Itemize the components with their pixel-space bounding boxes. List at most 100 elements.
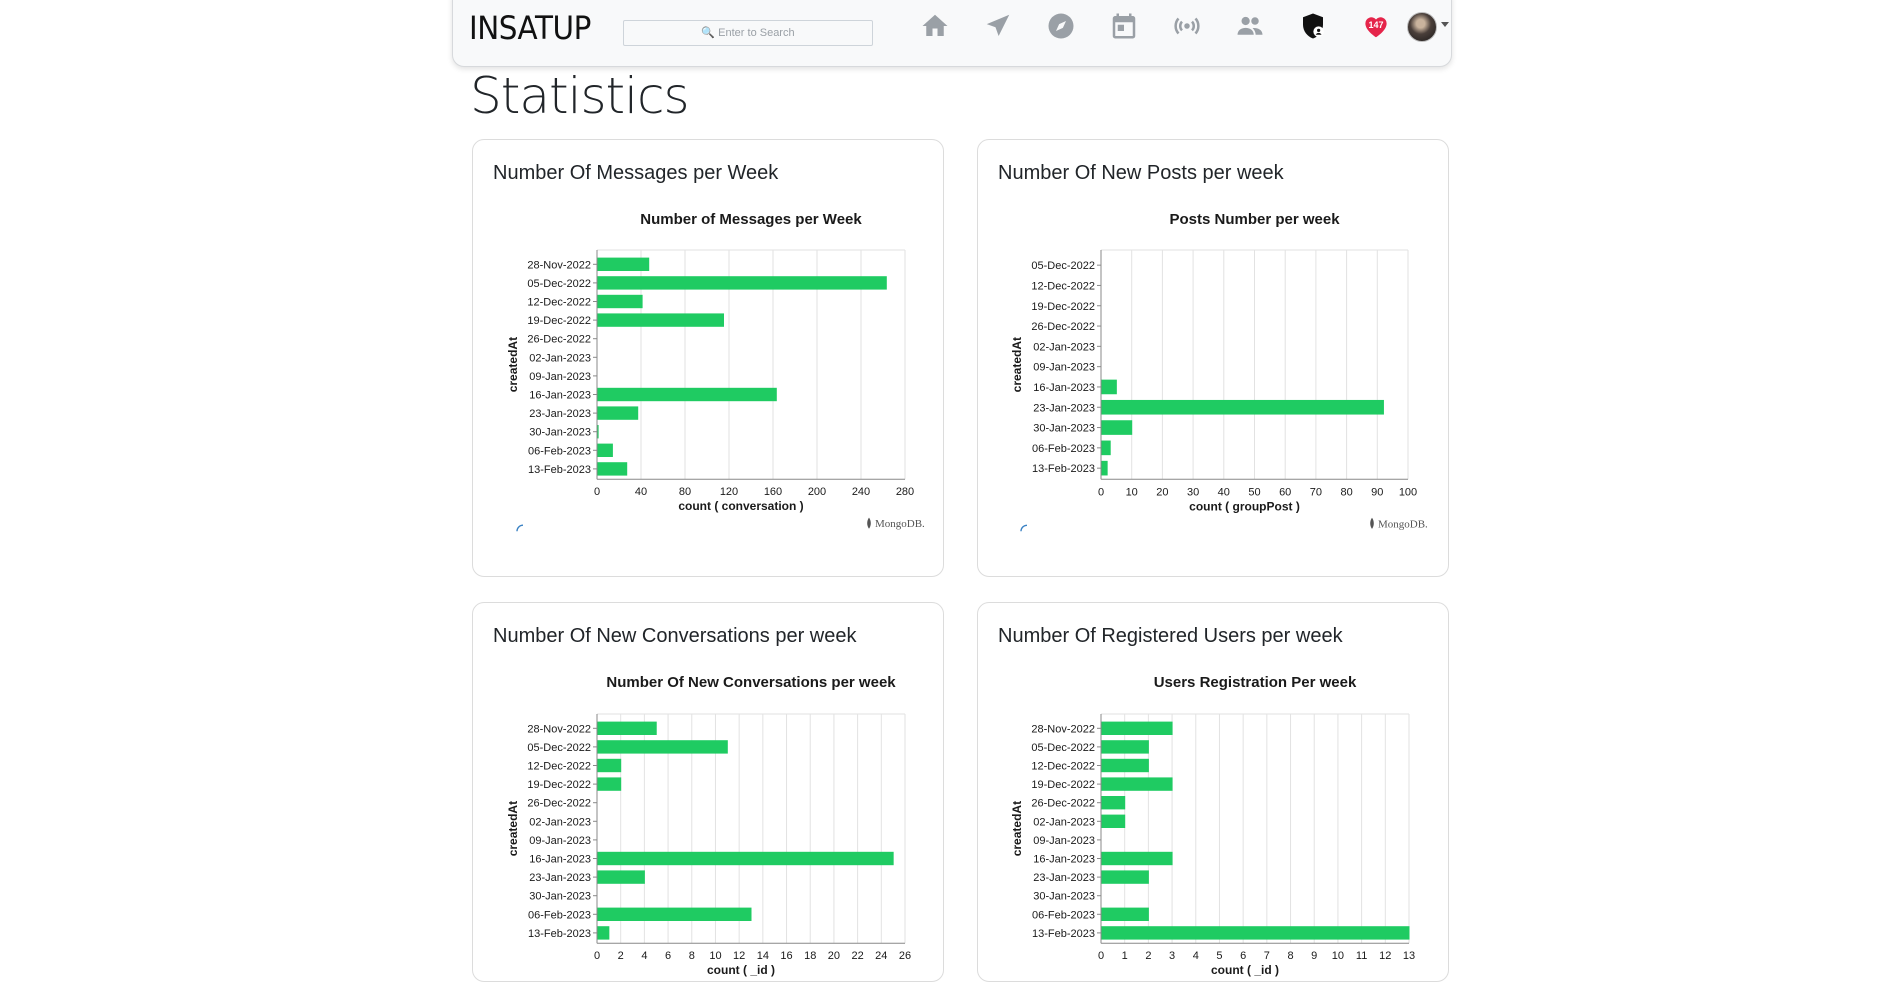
x-tick-label: 200 <box>808 486 826 498</box>
y-tick-label: 23-Jan-2023 <box>1033 402 1095 414</box>
bar[interactable] <box>597 907 752 921</box>
x-tick-label: 24 <box>875 950 887 962</box>
bar[interactable] <box>597 721 657 735</box>
bar[interactable] <box>1101 926 1410 940</box>
x-tick-label: 9 <box>1311 950 1317 962</box>
x-tick-label: 11 <box>1356 950 1367 962</box>
y-tick-label: 06-Feb-2023 <box>528 445 591 457</box>
x-axis-title: count ( groupPost ) <box>1189 499 1300 513</box>
x-tick-label: 120 <box>720 486 738 498</box>
y-tick-label: 02-Jan-2023 <box>1033 341 1095 353</box>
x-axis-title: count ( conversation ) <box>678 499 803 513</box>
x-tick-label: 240 <box>852 486 870 498</box>
x-tick-label: 0 <box>1098 486 1104 498</box>
home-icon[interactable] <box>920 11 950 41</box>
chart-footer-brand: MongoDB. <box>1378 518 1428 530</box>
search-input[interactable] <box>623 20 873 46</box>
bar[interactable] <box>597 758 622 773</box>
top-navbar: INSATUP 147 <box>452 0 1452 67</box>
x-tick-label: 22 <box>851 950 863 962</box>
bar[interactable] <box>597 276 887 290</box>
bar[interactable] <box>597 387 777 402</box>
y-tick-label: 26-Dec-2022 <box>527 798 591 810</box>
x-tick-label: 18 <box>804 950 816 962</box>
loading-spinner-icon <box>516 524 524 532</box>
bar[interactable] <box>1101 379 1117 395</box>
brand-logo[interactable]: INSATUP <box>469 9 591 47</box>
broadcast-icon[interactable] <box>1172 11 1202 41</box>
x-tick-label: 8 <box>1287 950 1293 962</box>
bar[interactable] <box>1101 721 1173 735</box>
bar[interactable] <box>597 870 645 884</box>
y-tick-label: 09-Jan-2023 <box>1033 835 1095 847</box>
y-tick-label: 19-Dec-2022 <box>1031 779 1095 791</box>
bar[interactable] <box>1101 777 1173 791</box>
messages-chart[interactable]: Number of Messages per Week 0 40 80 120 160 20… <box>473 140 945 578</box>
bar[interactable] <box>1101 907 1149 921</box>
x-tick-label: 80 <box>1340 486 1352 498</box>
y-tick-label: 28-Nov-2022 <box>527 259 591 271</box>
x-tick-label: 13 <box>1403 950 1415 962</box>
bar[interactable] <box>597 851 894 866</box>
y-tick-label: 19-Dec-2022 <box>1031 301 1095 313</box>
bar[interactable] <box>1101 460 1108 476</box>
bar[interactable] <box>597 740 728 754</box>
chart-title: Number of Messages per Week <box>640 211 862 228</box>
bar[interactable] <box>597 257 650 271</box>
bar[interactable] <box>1101 420 1133 435</box>
y-tick-label: 05-Dec-2022 <box>1031 260 1095 272</box>
bar[interactable] <box>597 313 725 327</box>
bar[interactable] <box>597 926 610 940</box>
y-tick-label: 02-Jan-2023 <box>1033 816 1095 828</box>
bar[interactable] <box>1101 399 1384 415</box>
bar[interactable] <box>1101 740 1149 754</box>
y-tick-label: 16-Jan-2023 <box>1033 854 1095 866</box>
bar[interactable] <box>597 406 639 420</box>
bar[interactable] <box>597 777 622 791</box>
y-tick-label: 28-Nov-2022 <box>1031 723 1095 735</box>
conversations-chart[interactable]: Number Of New Conversations per week0 2 4 6… <box>473 603 945 983</box>
dropdown-caret-icon[interactable] <box>1441 22 1449 27</box>
posts-chart[interactable]: Posts Number per week 0 10 20 30 40 50 60 70 80 90… <box>978 140 1450 578</box>
bar[interactable] <box>1101 796 1126 810</box>
x-tick-label: 26 <box>899 950 911 962</box>
admin-shield-icon[interactable] <box>1298 11 1328 41</box>
bar[interactable] <box>597 425 599 439</box>
y-tick-label: 19-Dec-2022 <box>527 779 591 791</box>
explore-icon[interactable] <box>1046 11 1076 41</box>
bar[interactable] <box>1101 440 1111 456</box>
y-tick-label: 26-Dec-2022 <box>1031 798 1095 810</box>
x-tick-label: 5 <box>1216 950 1222 962</box>
bar[interactable] <box>1101 870 1149 884</box>
bar[interactable] <box>597 462 628 476</box>
bar[interactable] <box>1101 814 1126 828</box>
y-tick-label: 12-Dec-2022 <box>527 761 591 773</box>
bar[interactable] <box>1101 851 1173 866</box>
people-icon[interactable] <box>1235 11 1265 41</box>
y-tick-label: 28-Nov-2022 <box>527 723 591 735</box>
send-icon[interactable] <box>983 11 1013 41</box>
x-tick-label: 12 <box>733 950 745 962</box>
chart-footer-brand: MongoDB. <box>875 518 925 530</box>
chart-title: Number Of New Conversations per week <box>606 674 896 691</box>
calendar-icon[interactable] <box>1109 11 1139 41</box>
bar[interactable] <box>597 294 643 309</box>
mongodb-leaf-icon <box>867 517 871 529</box>
bar[interactable] <box>597 443 613 457</box>
chart-card-conversations: Number Of New Conversations per week Num… <box>472 602 944 982</box>
y-axis-title: createdAt <box>506 801 520 856</box>
x-tick-label: 14 <box>757 950 769 962</box>
y-axis-title: createdAt <box>1010 337 1024 392</box>
y-tick-label: 19-Dec-2022 <box>527 315 591 327</box>
page-title: Statistics <box>470 67 690 125</box>
x-tick-label: 100 <box>1399 486 1417 498</box>
bar[interactable] <box>1101 758 1149 773</box>
users-chart[interactable]: Users Registration Per week0 1 2 3 4 5 6 7 8 9 10 1… <box>978 603 1450 983</box>
x-tick-label: 6 <box>665 950 671 962</box>
x-tick-label: 80 <box>679 486 691 498</box>
avatar[interactable] <box>1407 12 1437 42</box>
chart-title: Users Registration Per week <box>1154 674 1357 691</box>
x-tick-label: 280 <box>896 486 914 498</box>
x-tick-label: 2 <box>618 950 624 962</box>
y-tick-label: 02-Jan-2023 <box>529 352 591 364</box>
